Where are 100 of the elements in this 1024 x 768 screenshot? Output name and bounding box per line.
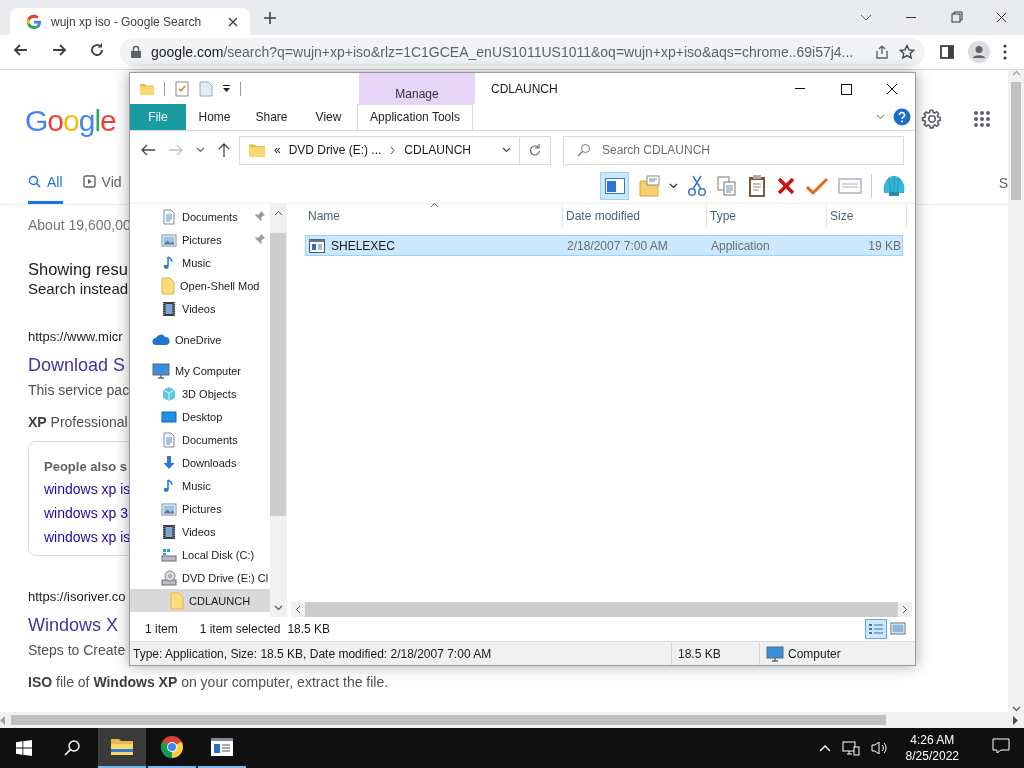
monitor-icon (766, 645, 784, 662)
ribbon-tab[interactable]: Home (186, 104, 243, 130)
refresh-button[interactable] (520, 135, 551, 165)
result-url: https://www.micr (28, 328, 123, 346)
scrollbar-thumb[interactable] (270, 233, 286, 516)
column-header[interactable]: Name (305, 204, 563, 228)
nav-item[interactable]: Pictures (130, 497, 270, 520)
profile-icon[interactable] (968, 41, 990, 63)
vertical-scrollbar[interactable] (270, 204, 286, 617)
nav-item[interactable]: Music (130, 251, 270, 274)
lock-icon (130, 45, 142, 59)
nav-item[interactable]: Music (130, 474, 270, 497)
search-tab[interactable]: All (28, 162, 63, 204)
scrollbar-thumb[interactable] (11, 715, 886, 725)
reload-icon[interactable] (88, 41, 106, 59)
clock[interactable]: 4:26 AM 8/25/2022 (905, 732, 959, 764)
nav-item-label: DVD Drive (E:) Cl (182, 571, 269, 584)
recent-locations-caret-icon (196, 147, 205, 153)
nav-item[interactable]: Videos (130, 297, 270, 320)
properties-icon[interactable] (174, 80, 190, 97)
search-instead-text: Search instead (28, 280, 129, 298)
copy-icon[interactable] (716, 175, 738, 197)
nav-item-label: Open-Shell Mod (180, 279, 260, 292)
address-field[interactable]: « DVD Drive (E:) ... CDLAUNCH (239, 135, 520, 165)
ribbon-tab[interactable]: Application Tools (357, 104, 473, 130)
nav-item[interactable]: 3D Objects (130, 382, 270, 405)
url-text: google.com/search?q=wujn+xp+iso&rlz=1C1GCEA_enUS1011US1011&oq=wujn+xp+iso&aqs=chrome..69i57j4... (151, 44, 855, 60)
network-icon[interactable] (841, 740, 860, 756)
file-type: Application (710, 237, 771, 255)
nav-item[interactable]: CDLAUNCH (130, 589, 270, 612)
selection-count: 1 item selected (199, 622, 281, 636)
clock-date: 8/25/2022 (905, 748, 959, 764)
scrollbar-thumb[interactable] (1011, 82, 1021, 200)
file-row[interactable]: SHELEXEC 2/18/2007 7:00 AM Application 19 KB (305, 235, 903, 256)
horizontal-scrollbar[interactable] (0, 712, 1024, 728)
result-title-link[interactable]: Download S (28, 351, 126, 379)
nav-item-label: Downloads (182, 456, 237, 469)
search-tab[interactable]: Vid (82, 162, 122, 204)
nav-item[interactable]: Pictures (130, 228, 270, 251)
column-header[interactable]: Size (827, 204, 907, 228)
back-icon[interactable] (140, 143, 156, 157)
ribbon-tab[interactable]: View (300, 104, 357, 130)
nav-item[interactable]: Videos (130, 520, 270, 543)
ribbon-tab[interactable]: Share (243, 104, 300, 130)
nav-item-label: Pictures (182, 233, 222, 246)
search-icon[interactable] (64, 740, 80, 756)
nav-item[interactable]: OneDrive (130, 328, 270, 351)
nav-item[interactable]: Desktop (130, 405, 270, 428)
vertical-scrollbar[interactable] (1008, 70, 1024, 712)
details-view-icon[interactable] (868, 622, 884, 636)
folder-icon (161, 276, 175, 295)
file-name: SHELEXEC (331, 238, 396, 253)
customize-caret-icon[interactable] (222, 84, 231, 93)
google-logo[interactable]: Google (25, 104, 116, 138)
address-bar[interactable]: google.com/search?q=wujn+xp+iso&rlz=1C1GCEA_enUS1011US1011&oq=wujn+xp+iso&aqs=chrome..69i57j4... (120, 38, 925, 66)
related-search-link[interactable]: windows xp 3 (44, 501, 129, 525)
nav-item[interactable]: Downloads (130, 451, 270, 474)
help-icon[interactable] (893, 108, 911, 126)
apps-grid-icon[interactable] (973, 110, 991, 128)
nav-item-label: 3D Objects (182, 387, 237, 400)
nav-item[interactable]: Documents (130, 428, 270, 451)
settings-icon[interactable] (921, 108, 943, 130)
windows-logo-icon[interactable] (16, 740, 32, 756)
cut-icon[interactable] (687, 175, 707, 197)
item-count: 1 item (145, 622, 178, 636)
column-header[interactable]: Date modified (563, 204, 707, 228)
result-title-link[interactable]: Windows X (28, 611, 119, 639)
side-panel-icon[interactable] (939, 44, 955, 60)
search-field[interactable]: Search CDLAUNCH (563, 135, 904, 165)
up-icon[interactable] (217, 142, 231, 158)
shell-icon[interactable] (881, 173, 907, 199)
nav-item[interactable]: Local Disk (C:) (130, 543, 270, 566)
file-size: 19 KB (867, 237, 902, 255)
details-text: Type: Application, Size: 18.5 KB, Date modified: 2/18/2007 7:00 AM (132, 646, 493, 661)
chevron-up-icon[interactable] (818, 744, 831, 752)
checkmark-icon[interactable] (805, 176, 829, 196)
pane-icon[interactable] (604, 178, 625, 194)
nav-item[interactable]: My Computer (130, 359, 270, 382)
volume-icon[interactable] (870, 740, 889, 756)
breadcrumb[interactable]: DVD Drive (E:) ... (288, 143, 382, 157)
search-tab[interactable]: S (998, 162, 1008, 204)
nav-item[interactable]: Documents (130, 205, 270, 228)
chrome-icon[interactable] (160, 735, 184, 759)
folder-icon (170, 591, 184, 610)
breadcrumb-overflow[interactable]: « (274, 143, 281, 157)
dropdown-caret-icon (669, 183, 678, 189)
browser-tab[interactable]: wujn xp iso - Google Search (10, 8, 250, 35)
notifications-icon[interactable] (992, 738, 1010, 754)
menu-icon[interactable] (1003, 44, 1007, 60)
star-icon[interactable] (899, 44, 915, 60)
new-tab-icon[interactable] (263, 11, 277, 25)
breadcrumb[interactable]: CDLAUNCH (404, 143, 472, 157)
paste-icon[interactable] (747, 174, 767, 198)
nav-item[interactable]: Open-Shell Mod (130, 274, 270, 297)
share-icon[interactable] (874, 44, 890, 60)
delete-icon[interactable] (776, 176, 796, 196)
column-header[interactable]: Type (707, 204, 827, 228)
nav-item[interactable]: DVD Drive (E:) Cl (130, 566, 270, 589)
folder-icon[interactable] (110, 737, 134, 757)
application-icon[interactable] (210, 737, 234, 757)
